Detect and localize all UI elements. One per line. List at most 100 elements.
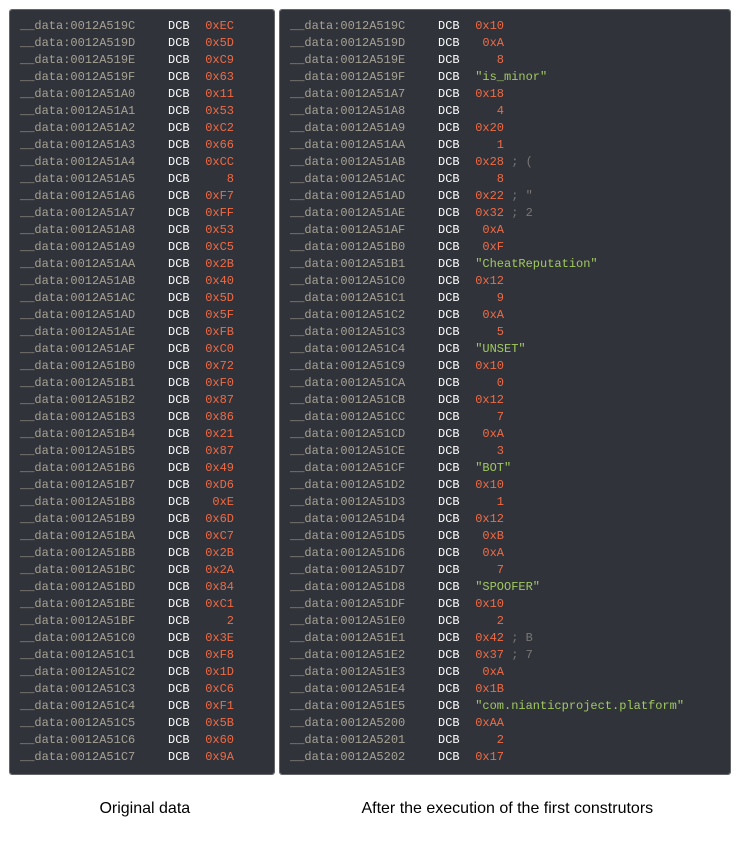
disassembly-row: __data:0012A51B3DCB0x86 xyxy=(20,409,264,426)
disassembly-row: __data:0012A51E2DCB0x37 ; 7 xyxy=(290,647,720,664)
dcb-keyword: DCB xyxy=(438,392,468,409)
dec-value: 8 xyxy=(468,171,504,188)
string-value: "UNSET" xyxy=(468,341,526,358)
dcb-keyword: DCB xyxy=(168,443,198,460)
address-label: __data:0012A51E2 xyxy=(290,647,438,664)
address-label: __data:0012A51B7 xyxy=(20,477,168,494)
hex-value: 0x2B xyxy=(198,256,234,273)
address-label: __data:0012A51B9 xyxy=(20,511,168,528)
dcb-keyword: DCB xyxy=(438,188,468,205)
disassembly-row: __data:0012A51C1DCB0xF8 xyxy=(20,647,264,664)
disassembly-row: __data:0012A51A4DCB0xCC xyxy=(20,154,264,171)
dcb-keyword: DCB xyxy=(438,426,468,443)
dcb-keyword: DCB xyxy=(438,477,468,494)
disassembly-row: __data:0012A51C2DCB0xA xyxy=(290,307,720,324)
address-label: __data:0012A51D4 xyxy=(290,511,438,528)
hex-value: 0x10 xyxy=(468,477,504,494)
hex-value: 0xA xyxy=(468,426,504,443)
disassembly-row: __data:0012A51AEDCB0xFB xyxy=(20,324,264,341)
address-label: __data:0012A51E0 xyxy=(290,613,438,630)
disassembly-row: __data:0012A51ABDCB0x40 xyxy=(20,273,264,290)
disassembly-row: __data:0012A51A7DCB0xFF xyxy=(20,205,264,222)
address-label: __data:0012A51A9 xyxy=(20,239,168,256)
hex-value: 0x60 xyxy=(198,732,234,749)
address-label: __data:0012A51A6 xyxy=(20,188,168,205)
hex-value: 0x40 xyxy=(198,273,234,290)
disassembly-row: __data:0012A51AADCB1 xyxy=(290,137,720,154)
dcb-keyword: DCB xyxy=(168,630,198,647)
dcb-keyword: DCB xyxy=(168,528,198,545)
dcb-keyword: DCB xyxy=(168,69,198,86)
caption-original: Original data xyxy=(10,800,280,817)
dcb-keyword: DCB xyxy=(168,239,198,256)
hex-value: 0x53 xyxy=(198,222,234,239)
disassembly-row: __data:0012A519CDCB0x10 xyxy=(290,18,720,35)
address-label: __data:0012A51CA xyxy=(290,375,438,392)
address-label: __data:0012A51AD xyxy=(20,307,168,324)
string-value: "SPOOFER" xyxy=(468,579,540,596)
disassembly-row: __data:0012A51C3DCB5 xyxy=(290,324,720,341)
address-label: __data:0012A51B4 xyxy=(20,426,168,443)
address-label: __data:0012A519E xyxy=(20,52,168,69)
dec-value: 0 xyxy=(468,375,504,392)
hex-value: 0x17 xyxy=(468,749,504,766)
hex-value: 0x86 xyxy=(198,409,234,426)
dcb-keyword: DCB xyxy=(438,205,468,222)
disassembly-row: __data:0012A51B0DCB0x72 xyxy=(20,358,264,375)
hex-value: 0xF7 xyxy=(198,188,234,205)
dec-value: 3 xyxy=(468,443,504,460)
hex-value: 0xC0 xyxy=(198,341,234,358)
disassembly-row: __data:0012A51BDDCB0x84 xyxy=(20,579,264,596)
disassembly-row: __data:0012A51A9DCB0x20 xyxy=(290,120,720,137)
dec-value: 5 xyxy=(468,324,504,341)
dcb-keyword: DCB xyxy=(438,562,468,579)
hex-value: 0xA xyxy=(468,35,504,52)
disassembly-row: __data:0012A51CADCB0 xyxy=(290,375,720,392)
address-label: __data:0012A51C1 xyxy=(20,647,168,664)
hex-value: 0xFB xyxy=(198,324,234,341)
hex-value: 0x18 xyxy=(468,86,504,103)
disassembly-row: __data:0012A51CBDCB0x12 xyxy=(290,392,720,409)
hex-value: 0x12 xyxy=(468,273,504,290)
hex-value: 0xF8 xyxy=(198,647,234,664)
dcb-keyword: DCB xyxy=(168,596,198,613)
address-label: __data:0012A51AA xyxy=(20,256,168,273)
disassembly-row: __data:0012A51BCDCB0x2A xyxy=(20,562,264,579)
address-label: __data:0012A519C xyxy=(290,18,438,35)
dcb-keyword: DCB xyxy=(168,579,198,596)
dcb-keyword: DCB xyxy=(438,324,468,341)
address-label: __data:0012A51CD xyxy=(290,426,438,443)
dcb-keyword: DCB xyxy=(168,749,198,766)
disassembly-row: __data:0012A51C0DCB0x3E xyxy=(20,630,264,647)
address-label: __data:0012A519C xyxy=(20,18,168,35)
dcb-keyword: DCB xyxy=(438,613,468,630)
address-label: __data:0012A51C9 xyxy=(290,358,438,375)
dcb-keyword: DCB xyxy=(168,426,198,443)
dcb-keyword: DCB xyxy=(438,443,468,460)
disassembly-row: __data:0012A51ADDCB0x5F xyxy=(20,307,264,324)
disassembly-row: __data:0012A51D4DCB0x12 xyxy=(290,511,720,528)
hex-value: 0x49 xyxy=(198,460,234,477)
dcb-keyword: DCB xyxy=(168,664,198,681)
dcb-keyword: DCB xyxy=(168,341,198,358)
address-label: __data:0012A51D6 xyxy=(290,545,438,562)
dcb-keyword: DCB xyxy=(168,205,198,222)
dcb-keyword: DCB xyxy=(168,120,198,137)
address-label: __data:0012A51CC xyxy=(290,409,438,426)
address-label: __data:0012A51AD xyxy=(290,188,438,205)
dcb-keyword: DCB xyxy=(438,69,468,86)
disassembly-row: __data:0012A519FDCB0x63 xyxy=(20,69,264,86)
disassembly-row: __data:0012A51B2DCB0x87 xyxy=(20,392,264,409)
dcb-keyword: DCB xyxy=(438,545,468,562)
disassembly-row: __data:0012A51E4DCB0x1B xyxy=(290,681,720,698)
hex-value: 0xF0 xyxy=(198,375,234,392)
dcb-keyword: DCB xyxy=(168,35,198,52)
dcb-keyword: DCB xyxy=(438,749,468,766)
disassembly-row: __data:0012A51A3DCB0x66 xyxy=(20,137,264,154)
dcb-keyword: DCB xyxy=(438,18,468,35)
dec-value: 2 xyxy=(198,613,234,630)
address-label: __data:0012A51B1 xyxy=(290,256,438,273)
disassembly-row: __data:0012A519DDCB0xA xyxy=(290,35,720,52)
hex-value: 0x9A xyxy=(198,749,234,766)
address-label: __data:0012A51D7 xyxy=(290,562,438,579)
